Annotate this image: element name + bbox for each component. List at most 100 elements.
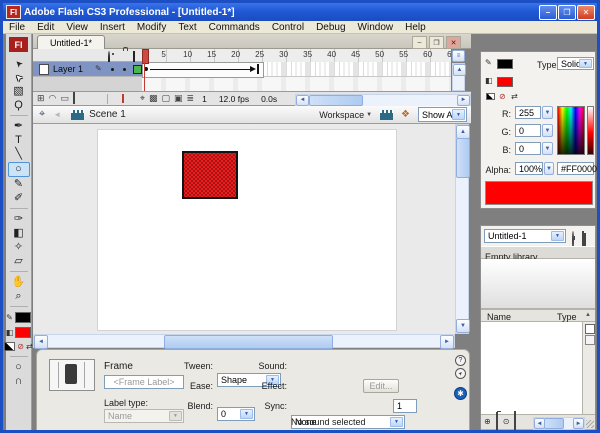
object-drawing-option[interactable]: ○	[9, 361, 29, 374]
library-scroll-right-arrow[interactable]: ►	[573, 418, 584, 429]
timeline-frames-area[interactable]: 15101520253035404550556065	[142, 49, 451, 91]
snap-to-objects-option[interactable]: ∩	[9, 375, 29, 388]
minimize-button[interactable]: –	[539, 5, 557, 20]
edit-multiple-frames-icon[interactable]: ▣	[174, 94, 183, 103]
onion-skin-outlines-icon[interactable]: ▢	[162, 94, 171, 103]
modify-onion-markers-icon[interactable]: ≣	[187, 94, 195, 103]
layer-lock-dot[interactable]	[122, 67, 126, 71]
menu-modify[interactable]: Modify	[131, 22, 172, 33]
stage-scroll-down-arrow[interactable]: ▼	[456, 319, 470, 333]
scene-name[interactable]: Scene 1	[89, 109, 126, 120]
line-tool[interactable]: ╲	[9, 148, 29, 161]
alpha-input[interactable]: 100%	[515, 162, 543, 175]
edit-sound-button[interactable]: Edit...	[363, 379, 399, 393]
fill-color-control[interactable]: ◧	[6, 327, 32, 338]
doc-close-button[interactable]: ✕	[446, 36, 461, 49]
green-channel-arrow[interactable]: ▼	[542, 124, 553, 137]
menu-view[interactable]: View	[60, 22, 94, 33]
edit-symbols-icon[interactable]: ❖	[401, 109, 410, 120]
selected-red-rectangle[interactable]	[182, 151, 238, 199]
frame-rate[interactable]: 12.0 fps	[219, 94, 249, 104]
stroke-color-control[interactable]: ✎	[6, 312, 31, 323]
panel-menu-icon[interactable]: ➤	[452, 365, 469, 382]
ink-bottle-tool[interactable]: ✑	[9, 213, 29, 226]
alpha-arrow[interactable]: ▼	[544, 162, 554, 175]
edit-scene-icon[interactable]	[380, 109, 394, 120]
library-item-list[interactable]	[481, 322, 582, 414]
library-vertical-scrollbar[interactable]	[582, 322, 595, 414]
blue-channel-arrow[interactable]: ▼	[542, 142, 553, 155]
default-colors-icon[interactable]	[4, 342, 16, 351]
green-channel-input[interactable]: 0	[515, 124, 541, 137]
stage-scroll-up-arrow[interactable]: ▲	[456, 125, 470, 139]
stage-pasteboard[interactable]	[33, 124, 455, 334]
delete-layer-icon[interactable]	[72, 92, 75, 104]
library-scrollbar-thumb[interactable]	[544, 418, 564, 429]
library-name-column[interactable]: Name	[487, 312, 511, 322]
delete-item-icon[interactable]	[514, 411, 517, 430]
oval-tool[interactable]: ○	[7, 161, 30, 177]
hex-color-input[interactable]: #FF0000	[557, 162, 597, 175]
timeline-scrollbar-thumb[interactable]	[309, 94, 363, 106]
timeline-scroll-left-arrow[interactable]: ◄	[296, 94, 309, 106]
add-motion-guide-icon[interactable]: ◠	[49, 94, 57, 103]
library-type-column[interactable]: Type	[557, 312, 577, 322]
help-icon[interactable]: ?	[455, 355, 466, 366]
red-channel-arrow[interactable]: ▼	[542, 106, 553, 119]
library-wide-view-button[interactable]	[585, 324, 595, 334]
menu-control[interactable]: Control	[266, 22, 310, 33]
stage-horizontal-scrollbar[interactable]: ◄ ►	[33, 334, 455, 349]
stage-vscrollbar-thumb[interactable]	[456, 138, 470, 178]
center-frame-icon[interactable]: ⌖	[140, 94, 145, 103]
zoom-tool[interactable]: ⌕	[9, 290, 29, 303]
layer-outline-color-swatch[interactable]	[132, 64, 142, 74]
library-narrow-view-button[interactable]	[585, 335, 595, 345]
text-tool[interactable]: T	[9, 134, 29, 147]
resize-grip[interactable]	[586, 420, 594, 428]
close-button[interactable]: ✕	[577, 5, 595, 20]
sort-order-icon[interactable]: ▲	[585, 312, 591, 318]
library-horizontal-scrollbar[interactable]: ◄ ►	[533, 417, 585, 430]
menu-window[interactable]: Window	[352, 22, 400, 33]
fill-color-swatch[interactable]	[15, 327, 32, 338]
eraser-tool[interactable]: ▱	[9, 255, 29, 268]
stage-hscrollbar-thumb[interactable]	[164, 335, 333, 349]
timeline-scroll-up-arrow[interactable]: ▲	[453, 64, 466, 76]
timeline-horizontal-scrollbar[interactable]: ◄ ►	[295, 93, 471, 107]
timeline-ruler[interactable]: 15101520253035404550556065	[142, 49, 451, 63]
red-channel-input[interactable]: 255	[515, 106, 541, 119]
document-tab[interactable]: Untitled-1*	[37, 35, 105, 50]
title-bar[interactable]: Fl Adobe Flash CS3 Professional - [Untit…	[3, 3, 597, 21]
cp-no-color-icon[interactable]: ⊘	[499, 93, 506, 101]
label-type-select[interactable]: Name ▼	[104, 409, 184, 423]
menu-edit[interactable]: Edit	[31, 22, 60, 33]
item-properties-icon[interactable]: ⊙	[503, 418, 510, 426]
onion-skin-icon[interactable]: ▩	[149, 94, 158, 103]
cp-fill-swatch[interactable]	[497, 77, 513, 87]
stroke-color-swatch[interactable]	[14, 312, 31, 323]
repeat-count-input[interactable]: 1	[393, 399, 417, 413]
menu-file[interactable]: File	[3, 22, 31, 33]
blue-channel-input[interactable]: 0	[515, 142, 541, 155]
paint-bucket-tool[interactable]: ◧	[9, 227, 29, 240]
shape-tween-span[interactable]	[142, 62, 264, 78]
library-column-header[interactable]: Name Type ▲	[481, 309, 595, 322]
workspace-button[interactable]: Workspace	[319, 110, 364, 120]
stage-scroll-right-arrow[interactable]: ►	[440, 335, 454, 349]
zoom-dropdown-arrow[interactable]: ▼	[452, 109, 465, 120]
menu-text[interactable]: Text	[172, 22, 202, 33]
color-picker-field[interactable]	[557, 106, 585, 155]
menu-commands[interactable]: Commands	[203, 22, 266, 33]
timeline-layer-row[interactable]: Layer 1 ✎	[33, 62, 142, 76]
swap-colors-icon[interactable]: ⇄	[26, 342, 33, 351]
insert-layer-folder-icon[interactable]: ▭	[60, 94, 69, 103]
timeline-scroll-right-arrow[interactable]: ►	[457, 94, 470, 106]
back-arrow-icon[interactable]: ◄	[53, 110, 61, 119]
pencil-tool[interactable]: ✎	[9, 178, 29, 191]
doc-restore-button[interactable]: ❐	[429, 36, 444, 49]
color-type-select[interactable]: Solid ▼	[557, 57, 594, 70]
layer-name[interactable]: Layer 1	[53, 64, 95, 74]
insert-layer-icon[interactable]: ⊞	[37, 94, 45, 103]
new-folder-icon[interactable]	[495, 412, 498, 430]
color-preview-swatch[interactable]	[485, 181, 593, 205]
